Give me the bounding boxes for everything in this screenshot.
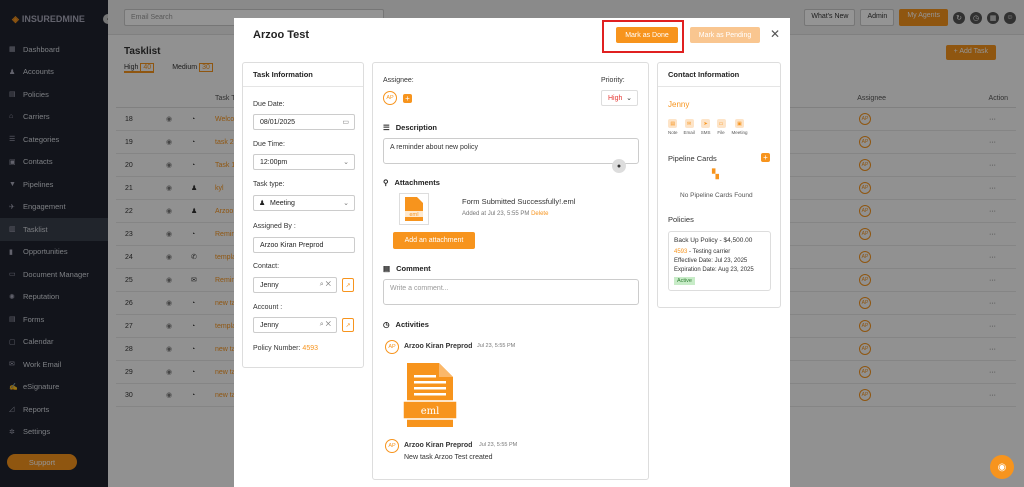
task-detail-modal: Arzoo Test Mark as Done Mark as Pending … [234,18,790,487]
microphone-icon[interactable]: ● [612,159,626,173]
activity-avatar: AP [385,439,399,453]
chevron-down-icon: ⌄ [343,200,349,207]
assignee-label: Assignee: [383,77,414,84]
mark-as-pending-button[interactable]: Mark as Pending [690,27,760,43]
close-icon[interactable]: ✕ [770,27,780,41]
open-contact-icon[interactable]: ↗ [342,278,354,292]
contact-action-label: Email [683,130,695,135]
attachments-header: ⚲ Attachments [383,178,440,187]
eml-preview-icon[interactable]: eml [401,361,459,431]
email-icon: ✉ [684,119,694,128]
contact-name-link[interactable]: Jenny [668,100,689,109]
chevron-down-icon: ⌄ [626,95,632,102]
clock-icon: ◷ [383,320,390,329]
policy-number-row: 4593 - Testing carrier [674,249,731,255]
assignee-avatar[interactable]: AP [383,91,397,105]
contact-info-card: Contact Information Jenny ▤ Note ✉ Email ➤ SM… [657,62,781,308]
policy-number-row: Policy Number: 4593 [253,345,318,352]
activity-time: Jul 23, 5:55 PM [479,442,518,448]
comment-input[interactable]: Write a comment... [383,279,639,305]
attachment-file-name[interactable]: Form Submitted Successfully!.eml [462,197,575,206]
mark-as-done-button[interactable]: Mark as Done [616,27,678,43]
activity-text: New task Arzoo Test created [404,454,493,461]
contact-label: Contact: [253,263,280,270]
meeting-icon: ▣ [735,119,745,128]
add-assignee-icon[interactable]: + [403,94,412,103]
search-clear-icon: ⌕ ✕ [319,321,331,328]
task-info-header: Task Information [243,63,363,87]
comment-icon: ▤ [383,264,391,273]
svg-text:eml: eml [409,212,418,218]
contact-action-label: File [717,130,725,135]
attachment-meta: Added at Jul 23, 5:55 PM Delete [462,211,549,217]
due-date-field[interactable]: 08/01/2025 ▭ [253,114,355,130]
eml-file-icon[interactable]: eml [399,193,429,225]
chevron-down-icon: ⌄ [343,159,349,166]
activities-header: ◷ Activities [383,320,429,329]
expiration-date: Expiration Date: Aug 23, 2025 [674,267,754,273]
activity-avatar: AP [385,340,399,354]
effective-date: Effective Date: Jul 23, 2025 [674,258,748,264]
policy-title: Back Up Policy - $4,500.00 [674,237,753,244]
account-label: Account : [253,304,283,311]
activity-user: Arzoo Kiran Preprod [404,442,473,449]
meeting-icon: ♟ [259,200,266,207]
description-icon: ☰ [383,123,390,132]
task-type-label: Task type: [253,181,285,188]
comment-header: ▤ Comment [383,264,431,273]
policy-number-link[interactable]: 4593 [302,345,318,352]
task-type-select[interactable]: ♟ Meeting ⌄ [253,195,355,211]
description-header: ☰ Description [383,123,437,132]
modal-title: Arzoo Test [253,29,310,41]
pipeline-empty-icon: ▚ [712,169,719,179]
due-time-select[interactable]: 12:00pm ⌄ [253,154,355,170]
contact-action-note[interactable]: ▤ Note [668,119,678,135]
open-account-icon[interactable]: ↗ [342,318,354,332]
delete-attachment-link[interactable]: Delete [531,211,548,217]
activity-time: Jul 23, 5:55 PM [477,343,516,349]
calendar-icon: ▭ [342,119,349,126]
search-clear-icon: ⌕ ✕ [319,281,331,288]
chat-icon[interactable]: ◉ [990,455,1014,479]
status-badge: Active [674,277,695,285]
policy-card[interactable]: Back Up Policy - $4,500.00 4593 - Testin… [668,231,771,291]
priority-select[interactable]: High ⌄ [601,90,638,106]
assigned-by-label: Assigned By : [253,223,296,230]
svg-text:eml: eml [421,406,440,417]
task-info-card: Task Information Due Date: 08/01/2025 ▭ D… [242,62,364,368]
file-icon: ▭ [716,119,726,128]
contact-action-sms[interactable]: ➤ SMS [701,119,711,135]
assigned-by-field: Arzoo Kiran Preprod [253,237,355,253]
contact-field[interactable]: Jenny ⌕ ✕ [253,277,337,293]
contact-action-label: SMS [700,130,711,135]
contact-action-meeting[interactable]: ▣ Meeting [732,119,748,135]
contact-action-label: Meeting [731,130,748,135]
description-input[interactable]: A reminder about new policy [383,138,639,164]
priority-label: Priority: [601,77,625,84]
paperclip-icon: ⚲ [383,178,389,187]
pipeline-header: Pipeline Cards [668,154,717,163]
contact-action-file[interactable]: ▭ File [716,119,726,135]
no-pipeline-text: No Pipeline Cards Found [680,192,753,199]
sms-icon: ➤ [701,119,711,128]
contact-action-email[interactable]: ✉ Email [684,119,695,135]
add-attachment-button[interactable]: Add an attachment [393,232,475,249]
contact-actions: ▤ Note ✉ Email ➤ SMS ▭ File ▣ Meeting [668,119,748,135]
contact-info-header: Contact Information [658,63,780,87]
note-icon: ▤ [668,119,678,128]
account-field[interactable]: Jenny ⌕ ✕ [253,317,337,333]
policies-header: Policies [668,215,694,224]
task-detail-center: Assignee: AP + Priority: High ⌄ ☰ Descript… [372,62,649,480]
due-date-label: Due Date: [253,101,285,108]
contact-action-label: Note [668,130,678,135]
add-pipeline-icon[interactable]: + [761,153,770,162]
due-time-label: Due Time: [253,141,285,148]
activity-user: Arzoo Kiran Preprod [404,343,473,350]
